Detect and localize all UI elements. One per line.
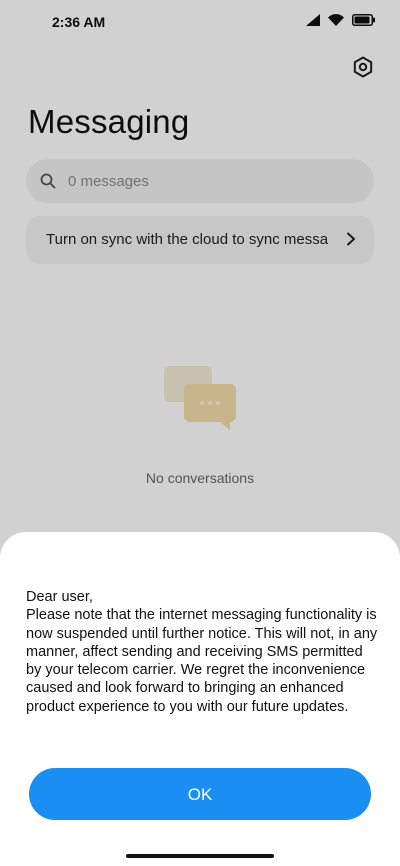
ok-button[interactable]: OK [29, 768, 371, 820]
notice-text: Dear user, Please note that the internet… [26, 588, 378, 716]
notice-message: Please note that the internet messaging … [26, 607, 378, 715]
home-indicator [126, 854, 274, 858]
notice-bottom-sheet: Dear user, Please note that the internet… [0, 532, 400, 866]
notice-greeting: Dear user, [26, 589, 93, 605]
